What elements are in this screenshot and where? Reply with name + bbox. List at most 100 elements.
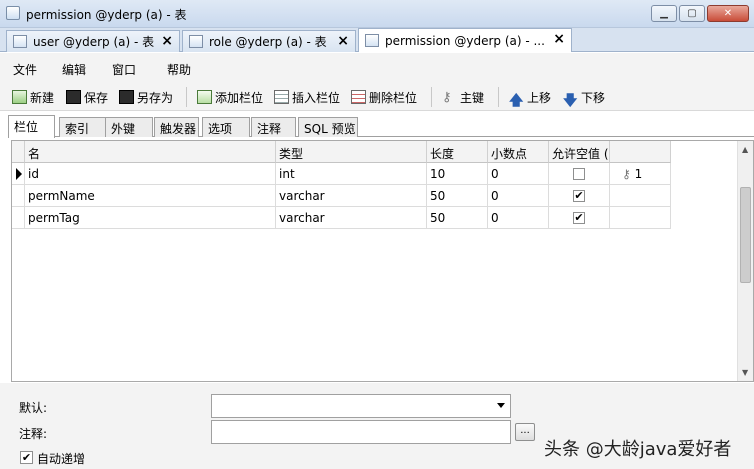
tab-indexes[interactable]: 索引 [59, 117, 107, 137]
allow-null-checkbox[interactable] [573, 168, 585, 180]
field-decimals-cell[interactable]: 0 [488, 185, 549, 207]
move-up-button[interactable]: 🡅 上移 [509, 88, 551, 110]
primary-key-cell[interactable] [610, 207, 671, 229]
field-name-cell[interactable]: permName [25, 185, 276, 207]
menu-window[interactable]: 窗口 [112, 61, 136, 78]
move-down-label: 下移 [581, 90, 606, 105]
current-row-marker-icon [16, 168, 22, 180]
save-as-button[interactable]: 另存为 [119, 88, 173, 106]
vertical-scrollbar[interactable]: ▲ ▼ [737, 141, 753, 381]
move-down-button[interactable]: 🡇 下移 [563, 88, 606, 110]
table-icon [365, 34, 379, 47]
toolbar-separator [186, 87, 187, 107]
browse-button[interactable]: ... [515, 423, 535, 441]
field-type-cell[interactable]: varchar [276, 185, 427, 207]
field-properties-panel: 默认: 注释: ... ✔ 自动递增 头条 @大龄java爱好者 [0, 383, 754, 469]
header-key [610, 141, 671, 163]
primary-key-button[interactable]: ⚷ 主键 [442, 88, 484, 106]
chevron-down-icon [497, 403, 505, 408]
allow-null-cell [549, 163, 610, 185]
row-indicator [12, 185, 25, 207]
row-indicator-header [12, 141, 25, 163]
header-allow-null[interactable]: 允许空值 ( [549, 141, 610, 163]
close-icon: ✕ [723, 8, 733, 19]
minimize-button[interactable]: ▁ [651, 5, 677, 22]
menu-file[interactable]: 文件 [13, 61, 37, 78]
doc-tab-role[interactable]: role @yderp (a) - 表 × [182, 30, 356, 52]
scroll-down-icon[interactable]: ▼ [742, 368, 748, 377]
new-label: 新建 [30, 90, 55, 105]
field-type-cell[interactable]: varchar [276, 207, 427, 229]
new-button[interactable]: 新建 [12, 88, 54, 106]
allow-null-checkbox[interactable]: ✔ [573, 212, 585, 224]
doc-tab-label: user @yderp (a) - 表 [33, 35, 155, 49]
allow-null-checkbox[interactable]: ✔ [573, 190, 585, 202]
field-type-cell[interactable]: int [276, 163, 427, 185]
insert-field-label: 插入栏位 [292, 90, 341, 105]
tab-options[interactable]: 选项 [202, 117, 250, 137]
close-tab-icon[interactable]: × [553, 31, 565, 47]
insert-field-button[interactable]: 插入栏位 [274, 88, 340, 106]
menu-edit[interactable]: 编辑 [62, 61, 86, 78]
menu-bar: 文件 编辑 窗口 帮助 [0, 53, 754, 83]
save-label: 保存 [84, 90, 109, 105]
field-decimals-cell[interactable]: 0 [488, 207, 549, 229]
key-order: 1 [634, 167, 643, 181]
scroll-up-icon[interactable]: ▲ [742, 145, 748, 154]
field-length-cell[interactable]: 10 [427, 163, 488, 185]
field-name-cell[interactable]: permTag [25, 207, 276, 229]
save-button[interactable]: 保存 [66, 88, 108, 106]
maximize-button[interactable]: ▢ [679, 5, 705, 22]
header-type[interactable]: 类型 [276, 141, 427, 163]
doc-tab-user[interactable]: user @yderp (a) - 表 × [6, 30, 180, 52]
close-window-button[interactable]: ✕ [707, 5, 749, 22]
toolbar-separator [498, 87, 499, 107]
field-length-cell[interactable]: 50 [427, 207, 488, 229]
tab-fields[interactable]: 栏位 [8, 115, 55, 138]
default-value-select[interactable] [211, 394, 511, 418]
save-as-icon [119, 90, 134, 104]
auto-increment-label: 自动递增 [37, 452, 86, 466]
add-field-button[interactable]: 添加栏位 [197, 88, 263, 106]
comment-input[interactable] [211, 420, 511, 444]
table-icon [189, 35, 203, 48]
auto-increment-checkbox[interactable]: ✔ [20, 451, 33, 464]
row-indicator [12, 207, 25, 229]
header-length[interactable]: 长度 [427, 141, 488, 163]
arrow-down-icon: 🡇 [563, 93, 578, 109]
minimize-icon: ▁ [660, 8, 668, 19]
tab-sql-preview[interactable]: SQL 预览 [298, 117, 358, 137]
title-bar: permission @yderp (a) - 表 ▁ ▢ ✕ [0, 0, 754, 28]
delete-row-icon [351, 90, 366, 104]
close-tab-icon[interactable]: × [337, 33, 349, 49]
field-name-cell[interactable]: id [25, 163, 276, 185]
header-name[interactable]: 名 [25, 141, 276, 163]
tab-foreign-keys[interactable]: 外键 [105, 117, 153, 137]
delete-field-button[interactable]: 删除栏位 [351, 88, 417, 106]
header-decimals[interactable]: 小数点 [488, 141, 549, 163]
primary-key-cell[interactable]: ⚷ 1 [610, 163, 671, 185]
scrollbar-thumb[interactable] [740, 187, 751, 283]
key-icon: ⚷ [442, 90, 452, 105]
table-app-icon [6, 6, 20, 20]
field-decimals-cell[interactable]: 0 [488, 163, 549, 185]
arrow-up-icon: 🡅 [509, 93, 524, 109]
tab-comments[interactable]: 注释 [251, 117, 296, 137]
doc-tab-permission[interactable]: permission @yderp (a) - ... × [358, 28, 572, 52]
document-tab-bar: user @yderp (a) - 表 × role @yderp (a) - … [0, 28, 754, 52]
field-length-cell[interactable]: 50 [427, 185, 488, 207]
window-controls: ▁ ▢ ✕ [651, 5, 749, 22]
add-row-icon [197, 90, 212, 104]
row-indicator [12, 163, 25, 185]
tab-triggers[interactable]: 触发器 [154, 117, 199, 137]
menu-help[interactable]: 帮助 [167, 61, 191, 78]
primary-key-cell[interactable] [610, 185, 671, 207]
doc-tab-label: role @yderp (a) - 表 [209, 35, 327, 49]
allow-null-cell: ✔ [549, 185, 610, 207]
doc-tab-label: permission @yderp (a) - ... [385, 33, 545, 48]
close-tab-icon[interactable]: × [161, 33, 173, 49]
insert-row-icon [274, 90, 289, 104]
save-as-label: 另存为 [137, 90, 174, 105]
new-table-icon [12, 90, 27, 104]
field-grid[interactable]: 名 类型 长度 小数点 允许空值 ( id int 10 0 ⚷ 1 permN… [11, 140, 754, 382]
